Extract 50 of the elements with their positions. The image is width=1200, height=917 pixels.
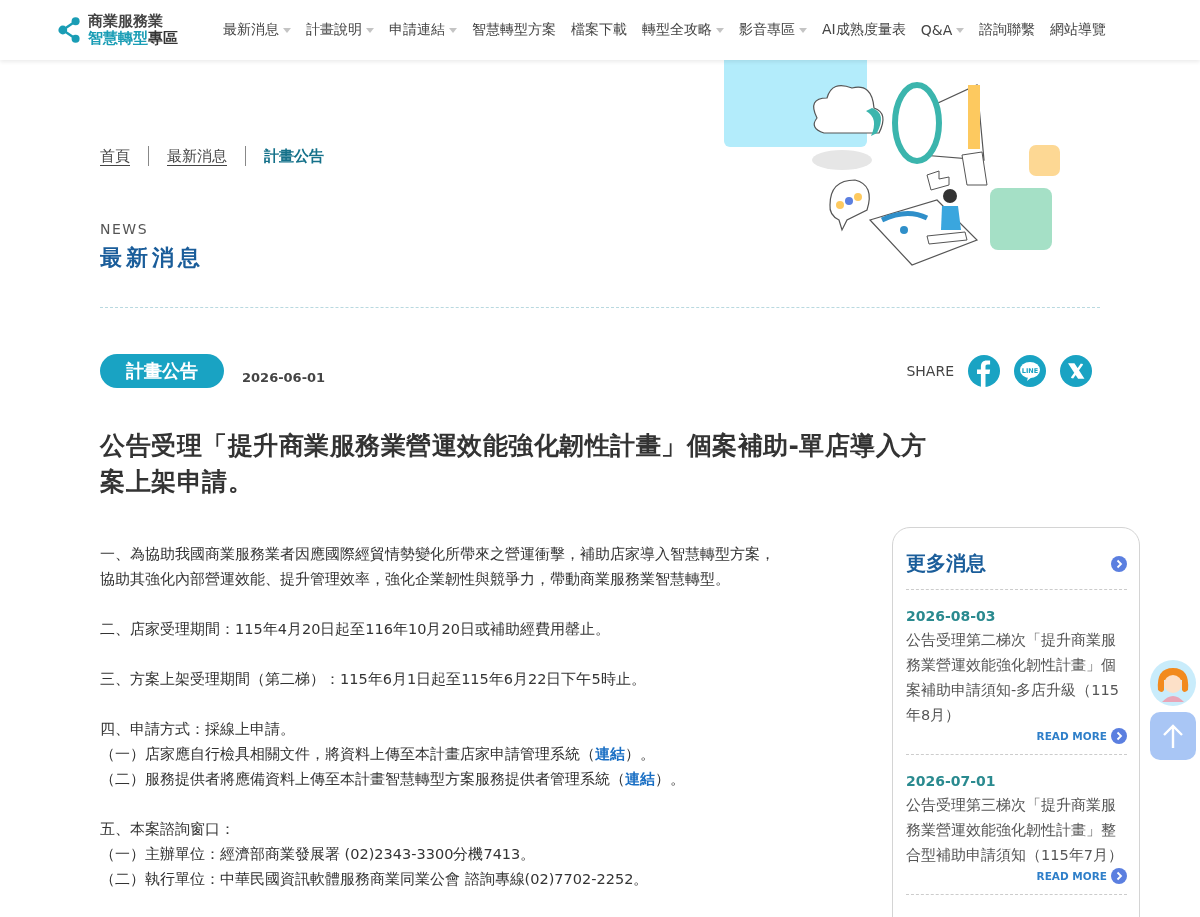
nav-item[interactable]: 檔案下載 xyxy=(571,21,627,39)
inline-link[interactable]: 連結 xyxy=(625,771,655,787)
breadcrumb-link[interactable]: 首頁 xyxy=(100,146,130,166)
body-text: 二、店家受理期間：115年4月20日起至116年10月20日或補助經費用罄止。 xyxy=(100,620,611,639)
nav-item[interactable]: 影音專區 xyxy=(739,21,807,39)
body-text: 四、申請方式：採線上申請。 xyxy=(100,720,296,739)
read-more-link[interactable]: READ MORE xyxy=(1036,870,1107,882)
nav-item[interactable]: 計畫說明 xyxy=(306,21,374,39)
assistant-avatar[interactable] xyxy=(1150,660,1196,706)
logo-title: 商業服務業 xyxy=(88,13,164,30)
breadcrumb-link[interactable]: 計畫公告 xyxy=(264,146,324,166)
chevron-right-icon[interactable] xyxy=(1111,728,1127,744)
facebook-icon[interactable] xyxy=(968,355,1000,387)
body-text: 一、為協助我國商業服務業者因應國際經貿情勢變化所帶來之營運衝擊，補助店家導入智慧轉型方案， xyxy=(100,545,776,564)
body-text: （一）店家應自行檢具相關文件，將資料上傳至本計畫店家申請管理系統（連結）。 xyxy=(100,745,656,764)
nav-item[interactable]: 網站導覽 xyxy=(1050,21,1107,39)
article-title: 公告受理「提升商業服務業營運效能強化韌性計畫」個案補助-單店導入方案上架申請。 xyxy=(100,430,928,498)
logo-subtitle: 智慧轉型專區 xyxy=(88,30,178,47)
nav-item[interactable]: AI成熟度量表 xyxy=(822,21,906,39)
post-date: 2026-06-01 xyxy=(242,369,326,385)
body-text: （一）主辦單位：經濟部商業發展署 (02)2343-3300分機7413。 xyxy=(100,845,537,864)
nav-item[interactable]: 申請連結 xyxy=(389,21,457,39)
body-text: 五、本案諮詢窗口： xyxy=(100,820,236,839)
news-title[interactable]: 公告受理第二梯次「提升商業服務業營運效能強化韌性計畫」個案補助申請須知-多店升級（115年8月） xyxy=(906,628,1127,728)
body-text: 協助其強化內部營運效能、提升管理效率，強化企業韌性與競爭力，帶動商業服務業智慧轉型。 xyxy=(100,570,731,589)
inline-link[interactable]: 連結 xyxy=(595,746,625,762)
body-text: （二）執行單位：中華民國資訊軟體服務商業同業公會 諮詢專線(02)7702-2252。 xyxy=(100,870,650,889)
body-text: 三、方案上架受理期間（第二梯）：115年6月1日起至115年6月22日下午5時止。 xyxy=(100,670,647,689)
share-label: SHARE xyxy=(906,363,954,379)
chevron-right-icon[interactable] xyxy=(1111,555,1127,572)
body-text: （二）服務提供者將應備資料上傳至本計畫智慧轉型方案服務提供者管理系統（連結）。 xyxy=(100,770,686,789)
card-title: 更多消息 xyxy=(906,550,986,577)
back-to-top-button[interactable] xyxy=(1150,712,1196,760)
breadcrumb-link[interactable]: 最新消息 xyxy=(167,146,227,166)
news-title[interactable]: 公告受理第三梯次「提升商業服務業營運效能強化韌性計畫」整合型補助申請須知（115年7月） xyxy=(906,793,1127,868)
nav-item[interactable]: 智慧轉型方案 xyxy=(472,21,556,39)
x-icon[interactable] xyxy=(1060,355,1092,387)
category-tag: 計畫公告 xyxy=(100,354,224,388)
section-title: 最新消息 xyxy=(100,244,205,272)
logo-icon xyxy=(58,15,82,45)
nav-item[interactable]: 最新消息 xyxy=(223,21,291,39)
nav-item[interactable]: 諮詢聯繫 xyxy=(979,21,1036,39)
nav-item[interactable]: Q&A xyxy=(920,22,965,38)
chevron-right-icon[interactable] xyxy=(1111,868,1127,884)
news-date: 2026-07-01 xyxy=(906,773,997,789)
news-date: 2026-08-03 xyxy=(906,608,997,624)
section-eyebrow: NEWS xyxy=(100,221,150,237)
arrow-up-icon xyxy=(1162,723,1184,749)
nav-item[interactable]: 轉型全攻略 xyxy=(642,21,724,39)
read-more-link[interactable]: READ MORE xyxy=(1036,730,1107,742)
